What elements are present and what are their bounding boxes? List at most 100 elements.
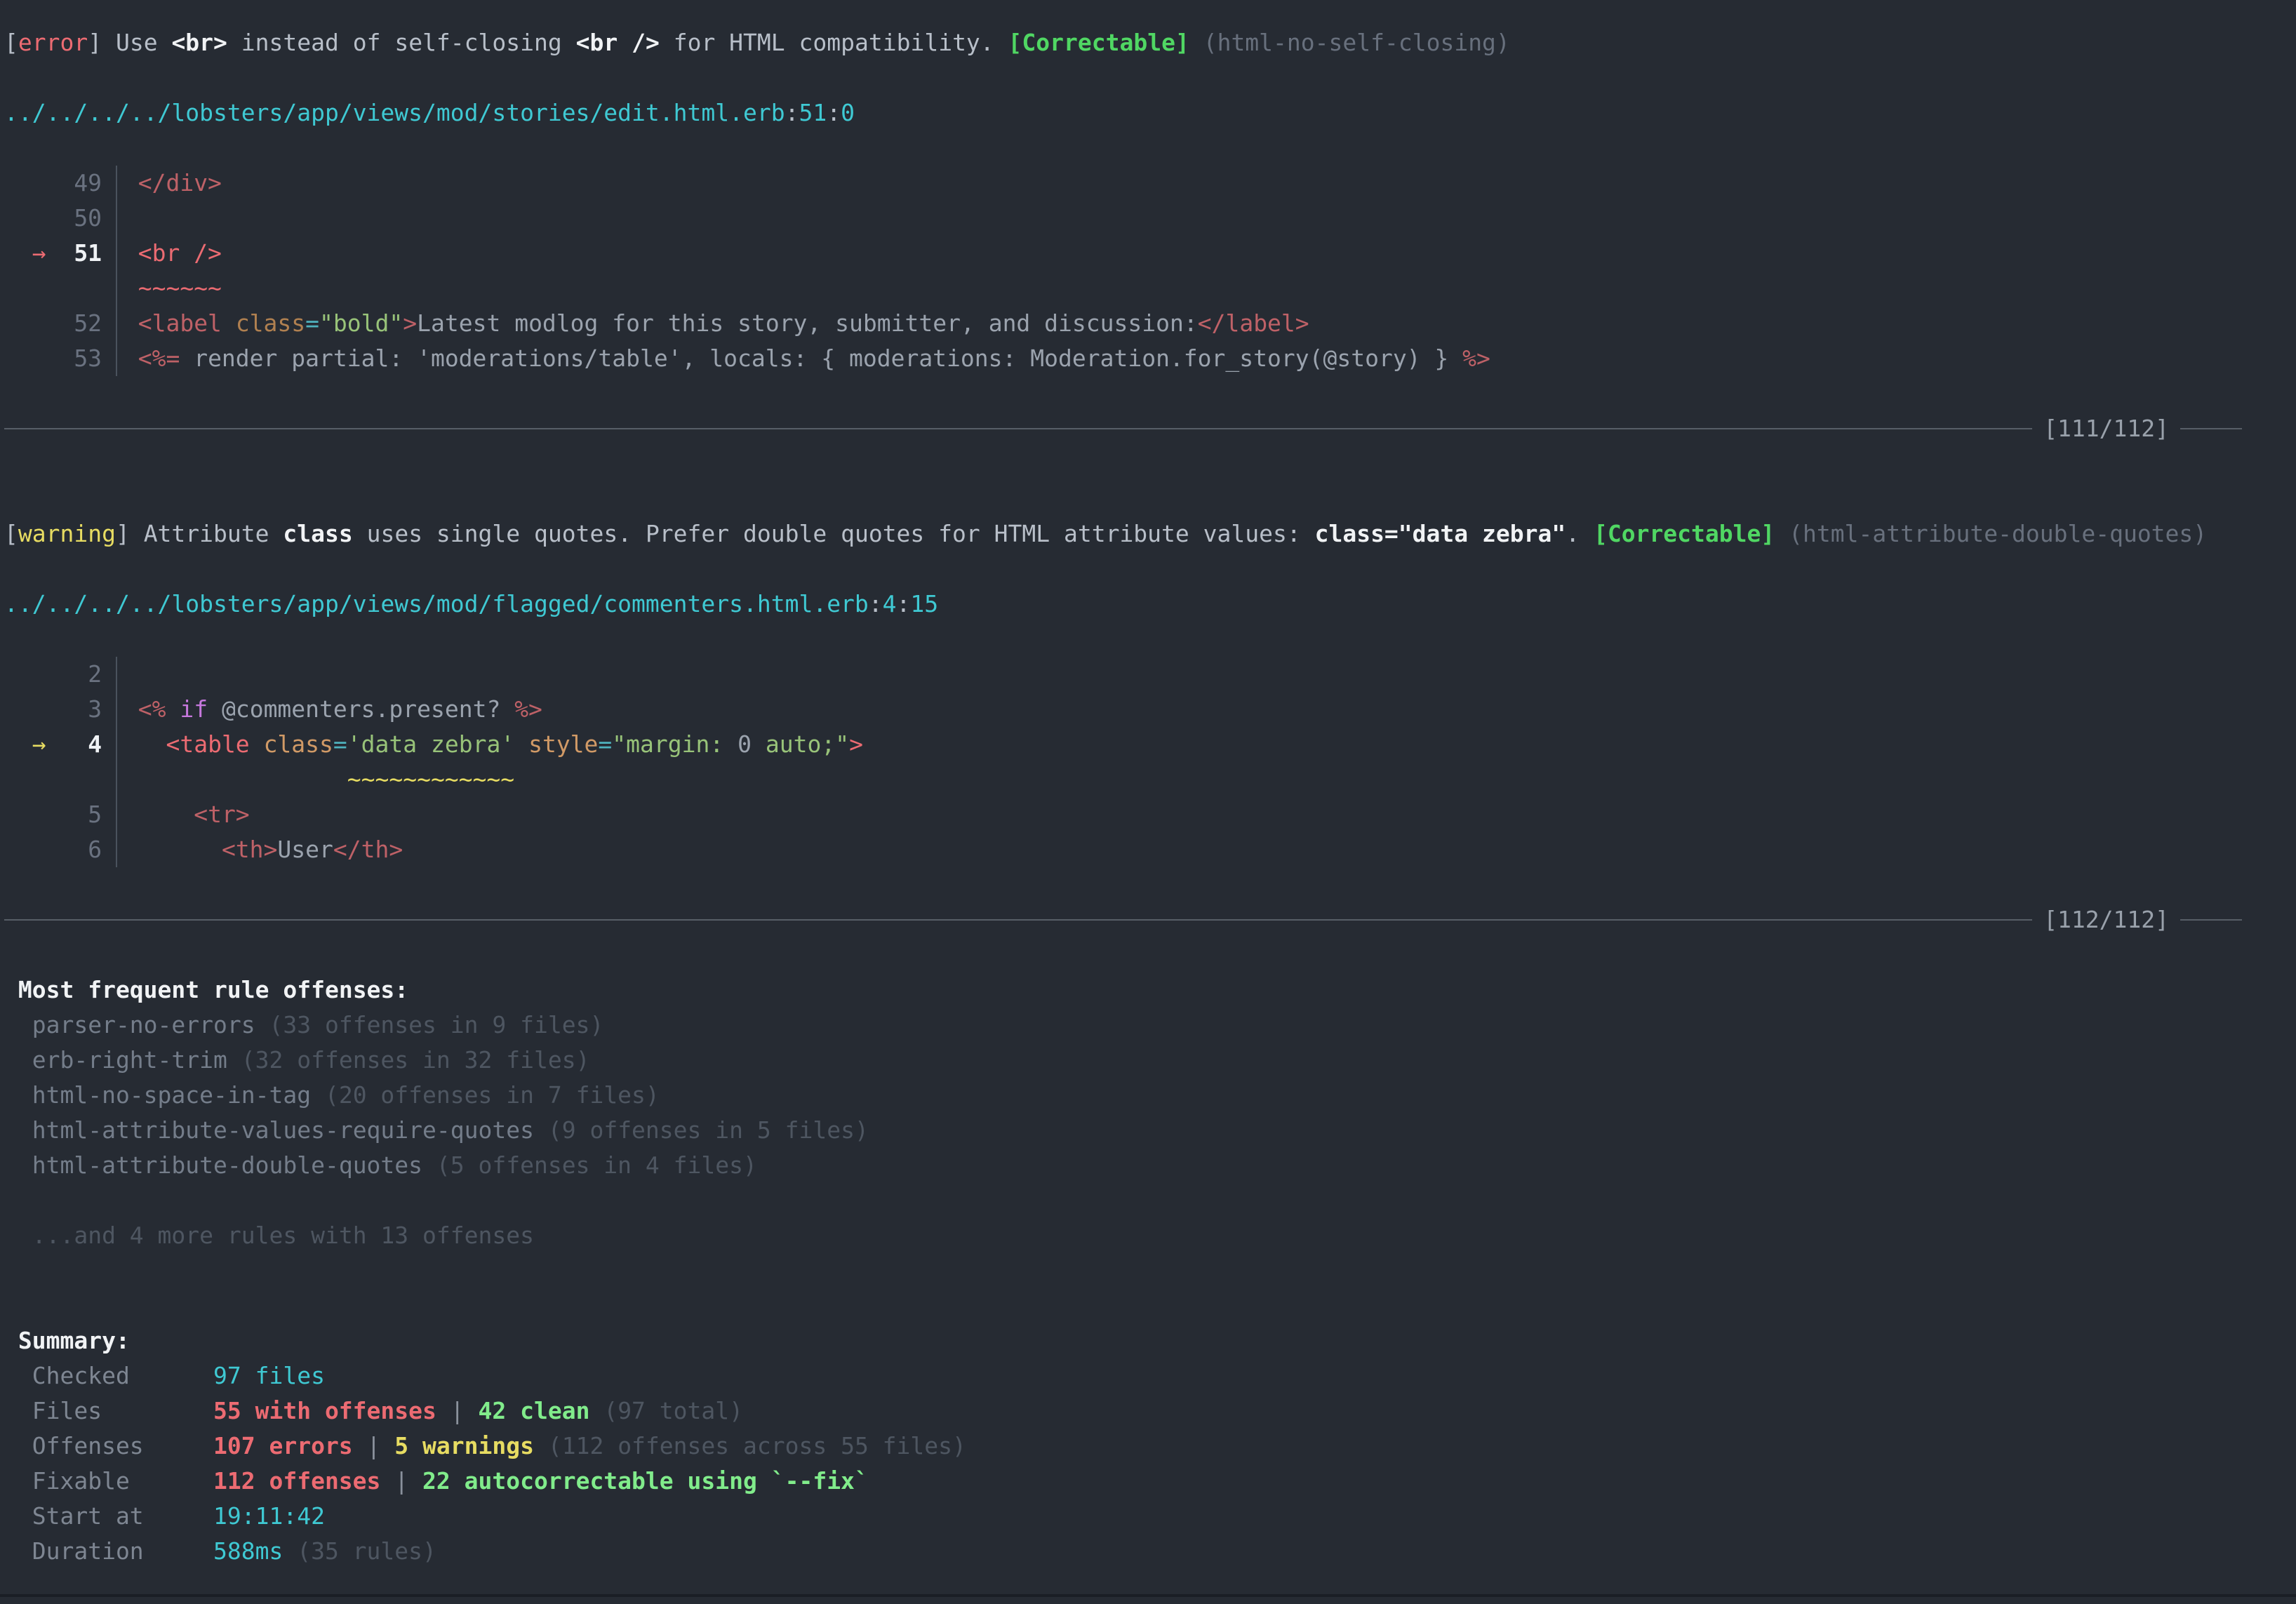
text-segment: = — [305, 309, 319, 337]
offense-arrow-icon — [4, 201, 46, 236]
summary-row: Checked97 files — [4, 1358, 2296, 1394]
code-line: →4 <table class='data zebra' style="marg… — [4, 727, 2296, 762]
text-segment: error — [18, 29, 88, 56]
line-number: 5 — [46, 797, 102, 832]
text-segment: 'data zebra' — [347, 730, 514, 758]
offense-counter: [111/112] — [2032, 411, 2180, 446]
blank-line — [4, 937, 2296, 973]
text-segment: ] Use — [88, 29, 171, 56]
text-segment: erb-right-trim — [4, 1046, 227, 1074]
line-number: 52 — [46, 306, 102, 341]
rule-offense-item: html-attribute-double-quotes (5 offenses… — [4, 1148, 2296, 1183]
text-segment: render partial: 'moderations/table', loc… — [180, 345, 1462, 372]
text-segment: ~~~~~~~~~~~~ — [347, 766, 514, 793]
code-line: ~~~~~~ — [4, 271, 2296, 306]
code-line: 5 <tr> — [4, 797, 2296, 832]
text-segment: Summary: — [4, 1327, 130, 1354]
text-segment: warning — [18, 520, 116, 547]
text-segment: 4 — [883, 590, 897, 617]
text-segment: <% — [138, 695, 166, 723]
summary-value-segment: 42 clean — [479, 1397, 590, 1424]
text-segment: <br /> — [576, 29, 660, 56]
text-segment: ] Attribute — [116, 520, 283, 547]
blank-line — [4, 1288, 2296, 1323]
text-segment: <th> — [222, 836, 277, 863]
text-segment: Most frequent rule offenses: — [4, 976, 408, 1003]
summary-value-segment: (35 rules) — [283, 1537, 436, 1565]
section-heading: Most frequent rule offenses: — [4, 973, 2296, 1008]
text-segment: class — [236, 309, 305, 337]
code-text: <%= render partial: 'moderations/table',… — [138, 345, 1490, 372]
gutter-separator — [116, 201, 138, 236]
text-segment: <br /> — [138, 239, 222, 267]
code-text: <% if @commenters.present? %> — [138, 695, 542, 723]
text-segment: (html-attribute-double-quotes) — [1789, 520, 2207, 547]
text-segment — [514, 730, 528, 758]
text-segment: 0 — [737, 730, 752, 758]
text-segment: </th> — [333, 836, 403, 863]
text-segment: : — [827, 99, 841, 126]
text-segment — [138, 766, 347, 793]
log-message-line: [warning] Attribute class uses single qu… — [4, 516, 2296, 552]
text-segment: html-attribute-values-require-quotes — [4, 1116, 534, 1144]
terminal-screen: { "palette": { "fg": "#B8BFC9", "white":… — [0, 0, 2296, 1597]
text-segment: : — [785, 99, 799, 126]
gutter-separator — [116, 306, 138, 341]
text-segment: ...and 4 more rules with 13 offenses — [4, 1222, 534, 1249]
code-text: </div> — [138, 169, 222, 196]
text-segment: auto;" — [752, 730, 849, 758]
text-segment — [250, 730, 264, 758]
terminal-output: [error] Use <br> instead of self-closing… — [0, 0, 2296, 1604]
text-segment: (5 offenses in 4 files) — [422, 1151, 757, 1179]
gutter-separator — [116, 832, 138, 867]
code-line: 52 <label class="bold">Latest modlog for … — [4, 306, 2296, 341]
file-path: ../../../../lobsters/app/views/mod/stori… — [4, 95, 2296, 131]
text-segment: = — [333, 730, 347, 758]
text-segment: "margin: — [612, 730, 737, 758]
line-number: 49 — [46, 166, 102, 201]
offense-arrow-icon — [4, 832, 46, 867]
summary-value-segment: 19:11:42 — [213, 1502, 325, 1530]
gutter-separator — [116, 727, 138, 762]
text-segment: </div> — [138, 169, 222, 196]
summary-row: Fixable112 offenses | 22 autocorrectable… — [4, 1464, 2296, 1499]
blank-line — [4, 867, 2296, 902]
text-segment: style — [528, 730, 598, 758]
text-segment: if — [180, 695, 208, 723]
text-segment: for HTML compatibility. — [660, 29, 1008, 56]
gutter-separator — [116, 236, 138, 271]
divider-line — [4, 428, 2032, 429]
text-segment: (9 offenses in 5 files) — [534, 1116, 869, 1144]
blank-line — [4, 376, 2296, 411]
text-segment: <%= — [138, 345, 180, 372]
gutter-separator — [116, 762, 138, 797]
summary-label: Files — [4, 1394, 213, 1429]
text-segment — [1775, 520, 1789, 547]
text-segment: %> — [1462, 345, 1490, 372]
summary-label: Start at — [4, 1499, 213, 1534]
rule-offense-item: erb-right-trim (32 offenses in 32 files) — [4, 1043, 2296, 1078]
text-segment: Latest modlog for this story, submitter,… — [417, 309, 1198, 337]
offense-arrow-icon — [4, 271, 46, 306]
text-segment: </label> — [1198, 309, 1309, 337]
summary-value-segment: 22 autocorrectable using `--fix` — [422, 1467, 869, 1495]
code-text: <label class="bold">Latest modlog for th… — [138, 309, 1309, 337]
text-segment: (20 offenses in 7 files) — [311, 1081, 660, 1109]
blank-line — [4, 622, 2296, 657]
text-segment: . — [1566, 520, 1594, 547]
text-segment: class — [264, 730, 333, 758]
log-message-line: [error] Use <br> instead of self-closing… — [4, 25, 2296, 60]
code-text: <table class='data zebra' style="margin:… — [138, 730, 863, 758]
text-segment: parser-no-errors — [4, 1011, 255, 1038]
text-segment: uses single quotes. Prefer double quotes… — [353, 520, 1315, 547]
summary-value-segment: 97 files — [213, 1362, 325, 1389]
text-segment — [1189, 29, 1203, 56]
offense-arrow-icon — [4, 306, 46, 341]
text-segment: [Correctable] — [1008, 29, 1189, 56]
file-path: ../../../../lobsters/app/views/mod/flagg… — [4, 587, 2296, 622]
text-segment: [Correctable] — [1594, 520, 1775, 547]
line-number: 6 — [46, 832, 102, 867]
text-segment: : — [897, 590, 911, 617]
blank-line — [4, 446, 2296, 481]
text-segment: = — [598, 730, 612, 758]
